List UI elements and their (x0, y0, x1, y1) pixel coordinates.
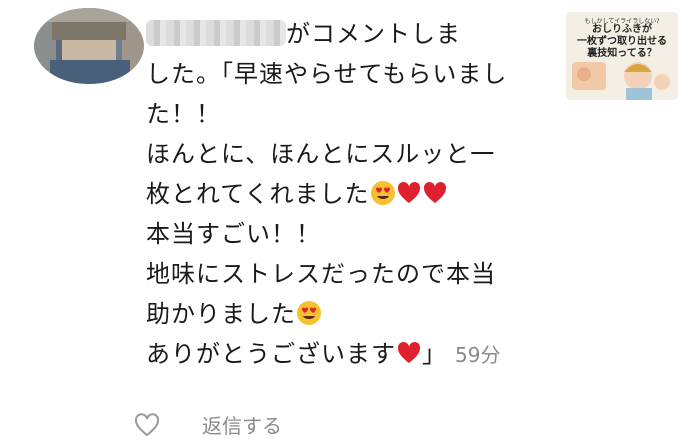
avatar[interactable] (34, 8, 144, 84)
reply-button[interactable]: 返信する (202, 410, 282, 439)
username-blurred[interactable] (146, 20, 286, 46)
comment-line-text: 枚とれてくれました (146, 180, 370, 208)
comment-header-line: がコメントしま (146, 14, 526, 54)
comment-line: た！！ (146, 100, 221, 128)
comment-line-with-emoji: 助かりました (146, 294, 526, 334)
comment-line: ほんとに、ほんとにスルッと一 (146, 140, 496, 168)
timestamp: 59分 (455, 343, 501, 367)
heart-outline-icon[interactable] (132, 410, 162, 440)
thumbnail-title-line: 一枚ずつ取り出せる (577, 36, 667, 47)
post-thumbnail[interactable]: もしかしてイライラしない? おしりふきが 一枚ずつ取り出せる 裏技知ってる？ (566, 12, 678, 100)
comment-line: 地味にストレスだったので本当 (146, 260, 496, 288)
thumbnail-title-line: おしりふきが (592, 24, 652, 35)
thumbnail-title-line: 裏技知ってる？ (587, 48, 657, 59)
heart-eyes-emoji-icon (370, 178, 396, 218)
comment-line-with-emoji: 枚とれてくれました (146, 174, 526, 214)
red-heart-emoji-icon (396, 178, 422, 218)
comment-body: がコメントしま した。「早速やらせてもらいまし た！！ ほんとに、ほんとにスルッ… (146, 14, 526, 374)
comment-line: した。「早速やらせてもらいまし (146, 60, 508, 88)
comment-line: 本当すごい！！ (146, 220, 321, 248)
comment-line-text: 助かりました (146, 300, 296, 328)
heart-eyes-emoji-icon (296, 298, 322, 338)
closing-bracket: 」 (422, 340, 447, 368)
comment-line-with-emoji: ありがとうございます」 59分 (146, 334, 526, 374)
comment-header-text: がコメントしま (286, 20, 461, 48)
red-heart-emoji-icon (396, 338, 422, 378)
comment-line-text: ありがとうございます (146, 340, 396, 368)
red-heart-emoji-icon (422, 178, 448, 218)
